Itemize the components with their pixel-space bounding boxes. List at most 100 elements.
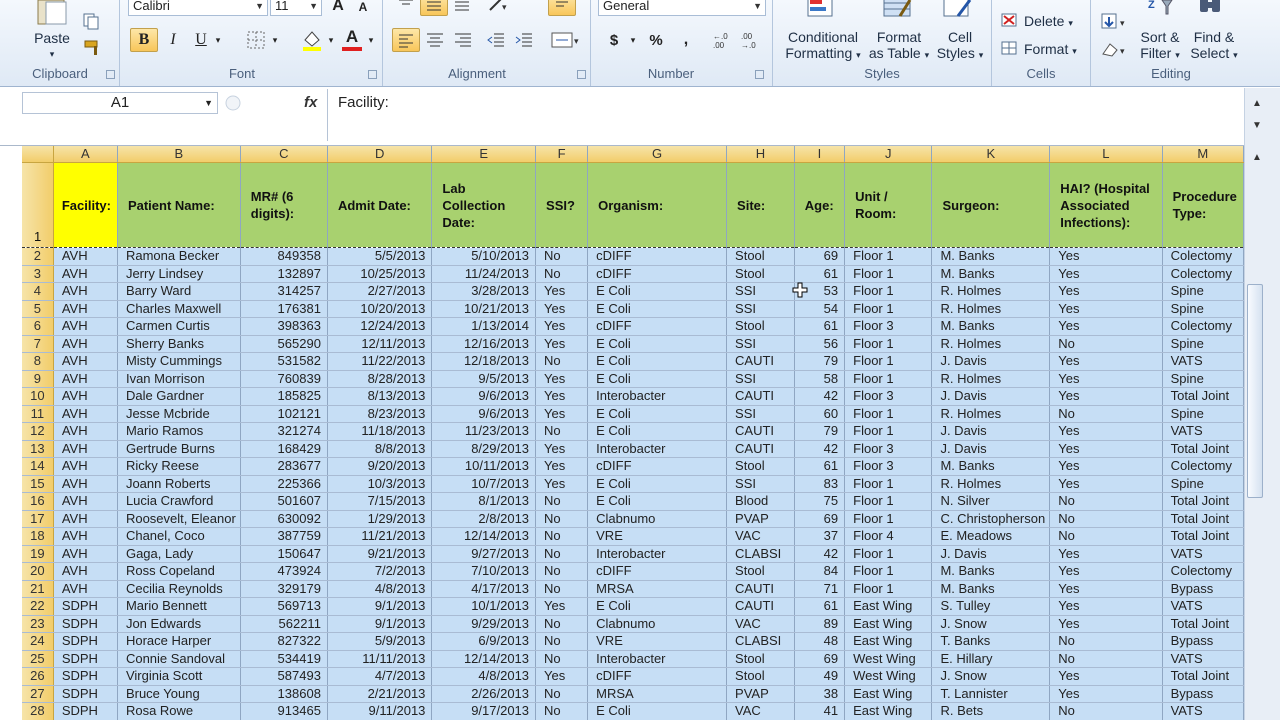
cell-l[interactable]: Yes — [1049, 352, 1163, 371]
cell-c[interactable]: 827322 — [240, 632, 328, 651]
align-left-button[interactable] — [392, 28, 420, 52]
cell-b[interactable]: Chanel, Coco — [117, 527, 241, 546]
cell-i[interactable]: 69 — [794, 247, 846, 266]
cell-j[interactable]: Floor 1 — [844, 265, 933, 283]
cell-m[interactable]: VATS — [1162, 702, 1244, 720]
cell-e[interactable]: 2/8/2013 — [431, 510, 537, 528]
header-cell-l[interactable]: HAI? (Hospital Associated Infections): — [1049, 162, 1163, 248]
cell-a[interactable]: AVH — [53, 562, 118, 581]
clipboard-dialog-launcher[interactable] — [106, 70, 115, 79]
name-box[interactable]: A1 ▼ — [22, 92, 218, 114]
row-header[interactable]: 5 — [22, 300, 54, 318]
cell-g[interactable]: Interobacter — [587, 650, 728, 668]
cell-l[interactable]: No — [1049, 335, 1163, 353]
cell-b[interactable]: Mario Bennett — [117, 597, 241, 616]
cell-l[interactable]: Yes — [1049, 422, 1163, 441]
header-cell-i[interactable]: Age: — [794, 162, 846, 248]
paste-dropdown-arrow[interactable]: ▾ — [46, 46, 58, 62]
cell-a[interactable]: SDPH — [53, 650, 118, 668]
cell-k[interactable]: M. Banks — [931, 265, 1051, 283]
header-cell-g[interactable]: Organism: — [587, 162, 728, 248]
cell-b[interactable]: Gertrude Burns — [117, 440, 241, 458]
cell-j[interactable]: East Wing — [844, 615, 933, 633]
cell-e[interactable]: 9/6/2013 — [431, 405, 537, 423]
cell-d[interactable]: 10/25/2013 — [327, 265, 433, 283]
cell-a[interactable]: AVH — [53, 265, 118, 283]
cell-e[interactable]: 5/10/2013 — [431, 247, 537, 266]
row-header[interactable]: 11 — [22, 405, 54, 423]
cell-j[interactable]: West Wing — [844, 650, 933, 668]
cell-h[interactable]: Stool — [726, 667, 795, 686]
cell-d[interactable]: 12/24/2013 — [327, 317, 433, 336]
row-header[interactable]: 3 — [22, 265, 54, 283]
cell-b[interactable]: Ivan Morrison — [117, 370, 241, 388]
cell-styles-icon[interactable] — [940, 0, 976, 22]
cell-b[interactable]: Sherry Banks — [117, 335, 241, 353]
row-header[interactable]: 22 — [22, 597, 54, 616]
wrap-text-button[interactable] — [548, 0, 576, 16]
cell-d[interactable]: 8/23/2013 — [327, 405, 433, 423]
cell-f[interactable]: Yes — [535, 667, 589, 686]
font-color-dropdown[interactable]: ▾ — [366, 30, 376, 50]
cell-k[interactable]: J. Davis — [931, 422, 1051, 441]
cell-k[interactable]: R. Holmes — [931, 370, 1051, 388]
row-header[interactable]: 21 — [22, 580, 54, 598]
cell-l[interactable]: No — [1049, 527, 1163, 546]
cell-m[interactable]: Colectomy — [1162, 317, 1244, 336]
cell-c[interactable]: 329179 — [240, 580, 328, 598]
cell-l[interactable]: Yes — [1049, 282, 1163, 301]
cell-d[interactable]: 1/29/2013 — [327, 510, 433, 528]
cell-d[interactable]: 7/15/2013 — [327, 492, 433, 511]
cell-d[interactable]: 10/3/2013 — [327, 475, 433, 493]
cell-e[interactable]: 4/8/2013 — [431, 667, 537, 686]
find-select-button[interactable]: Find & Select ▾ — [1188, 29, 1240, 63]
cell-h[interactable]: CAUTI — [726, 352, 795, 371]
insert-function-button[interactable]: fx — [304, 94, 317, 111]
cell-m[interactable]: VATS — [1162, 422, 1244, 441]
column-header-k[interactable]: K — [931, 146, 1051, 163]
cell-k[interactable]: J. Snow — [931, 667, 1051, 686]
cell-b[interactable]: Ross Copeland — [117, 562, 241, 581]
cell-l[interactable]: Yes — [1049, 300, 1163, 318]
row-header[interactable]: 8 — [22, 352, 54, 371]
decrease-indent-icon[interactable] — [486, 31, 506, 49]
cell-c[interactable]: 398363 — [240, 317, 328, 336]
cell-i[interactable]: 37 — [794, 527, 846, 546]
column-header-d[interactable]: D — [327, 146, 433, 163]
formula-bar-scroll-up[interactable]: ▲ — [1249, 96, 1265, 112]
cell-m[interactable]: Spine — [1162, 300, 1244, 318]
cell-m[interactable]: Spine — [1162, 475, 1244, 493]
conditional-formatting-button[interactable]: Conditional Formatting ▾ — [778, 29, 868, 63]
cell-f[interactable]: No — [535, 580, 589, 598]
cell-e[interactable]: 11/24/2013 — [431, 265, 537, 283]
cell-j[interactable]: Floor 1 — [844, 405, 933, 423]
cell-m[interactable]: Total Joint — [1162, 527, 1244, 546]
cell-a[interactable]: SDPH — [53, 667, 118, 686]
cell-g[interactable]: E Coli — [587, 702, 728, 720]
column-header-j[interactable]: J — [844, 146, 933, 163]
column-header-e[interactable]: E — [431, 146, 537, 163]
cell-e[interactable]: 9/17/2013 — [431, 702, 537, 720]
row-header[interactable]: 23 — [22, 615, 54, 633]
cell-b[interactable]: Gaga, Lady — [117, 545, 241, 563]
cell-f[interactable]: No — [535, 352, 589, 371]
cell-l[interactable]: Yes — [1049, 562, 1163, 581]
cell-k[interactable]: R. Holmes — [931, 282, 1051, 301]
cell-b[interactable]: Ramona Becker — [117, 247, 241, 266]
cell-l[interactable]: Yes — [1049, 597, 1163, 616]
cell-k[interactable]: M. Banks — [931, 457, 1051, 476]
cell-l[interactable]: No — [1049, 492, 1163, 511]
cell-h[interactable]: SSI — [726, 370, 795, 388]
cell-i[interactable]: 42 — [794, 440, 846, 458]
cell-k[interactable]: C. Christopherson — [931, 510, 1051, 528]
cell-j[interactable]: Floor 1 — [844, 580, 933, 598]
cell-c[interactable]: 168429 — [240, 440, 328, 458]
row-header[interactable]: 20 — [22, 562, 54, 581]
align-right-icon[interactable] — [453, 31, 473, 49]
cell-l[interactable]: Yes — [1049, 387, 1163, 406]
cell-a[interactable]: AVH — [53, 422, 118, 441]
cell-k[interactable]: J. Snow — [931, 615, 1051, 633]
cell-d[interactable]: 8/8/2013 — [327, 440, 433, 458]
align-center-icon[interactable] — [425, 31, 445, 49]
cell-j[interactable]: Floor 3 — [844, 317, 933, 336]
